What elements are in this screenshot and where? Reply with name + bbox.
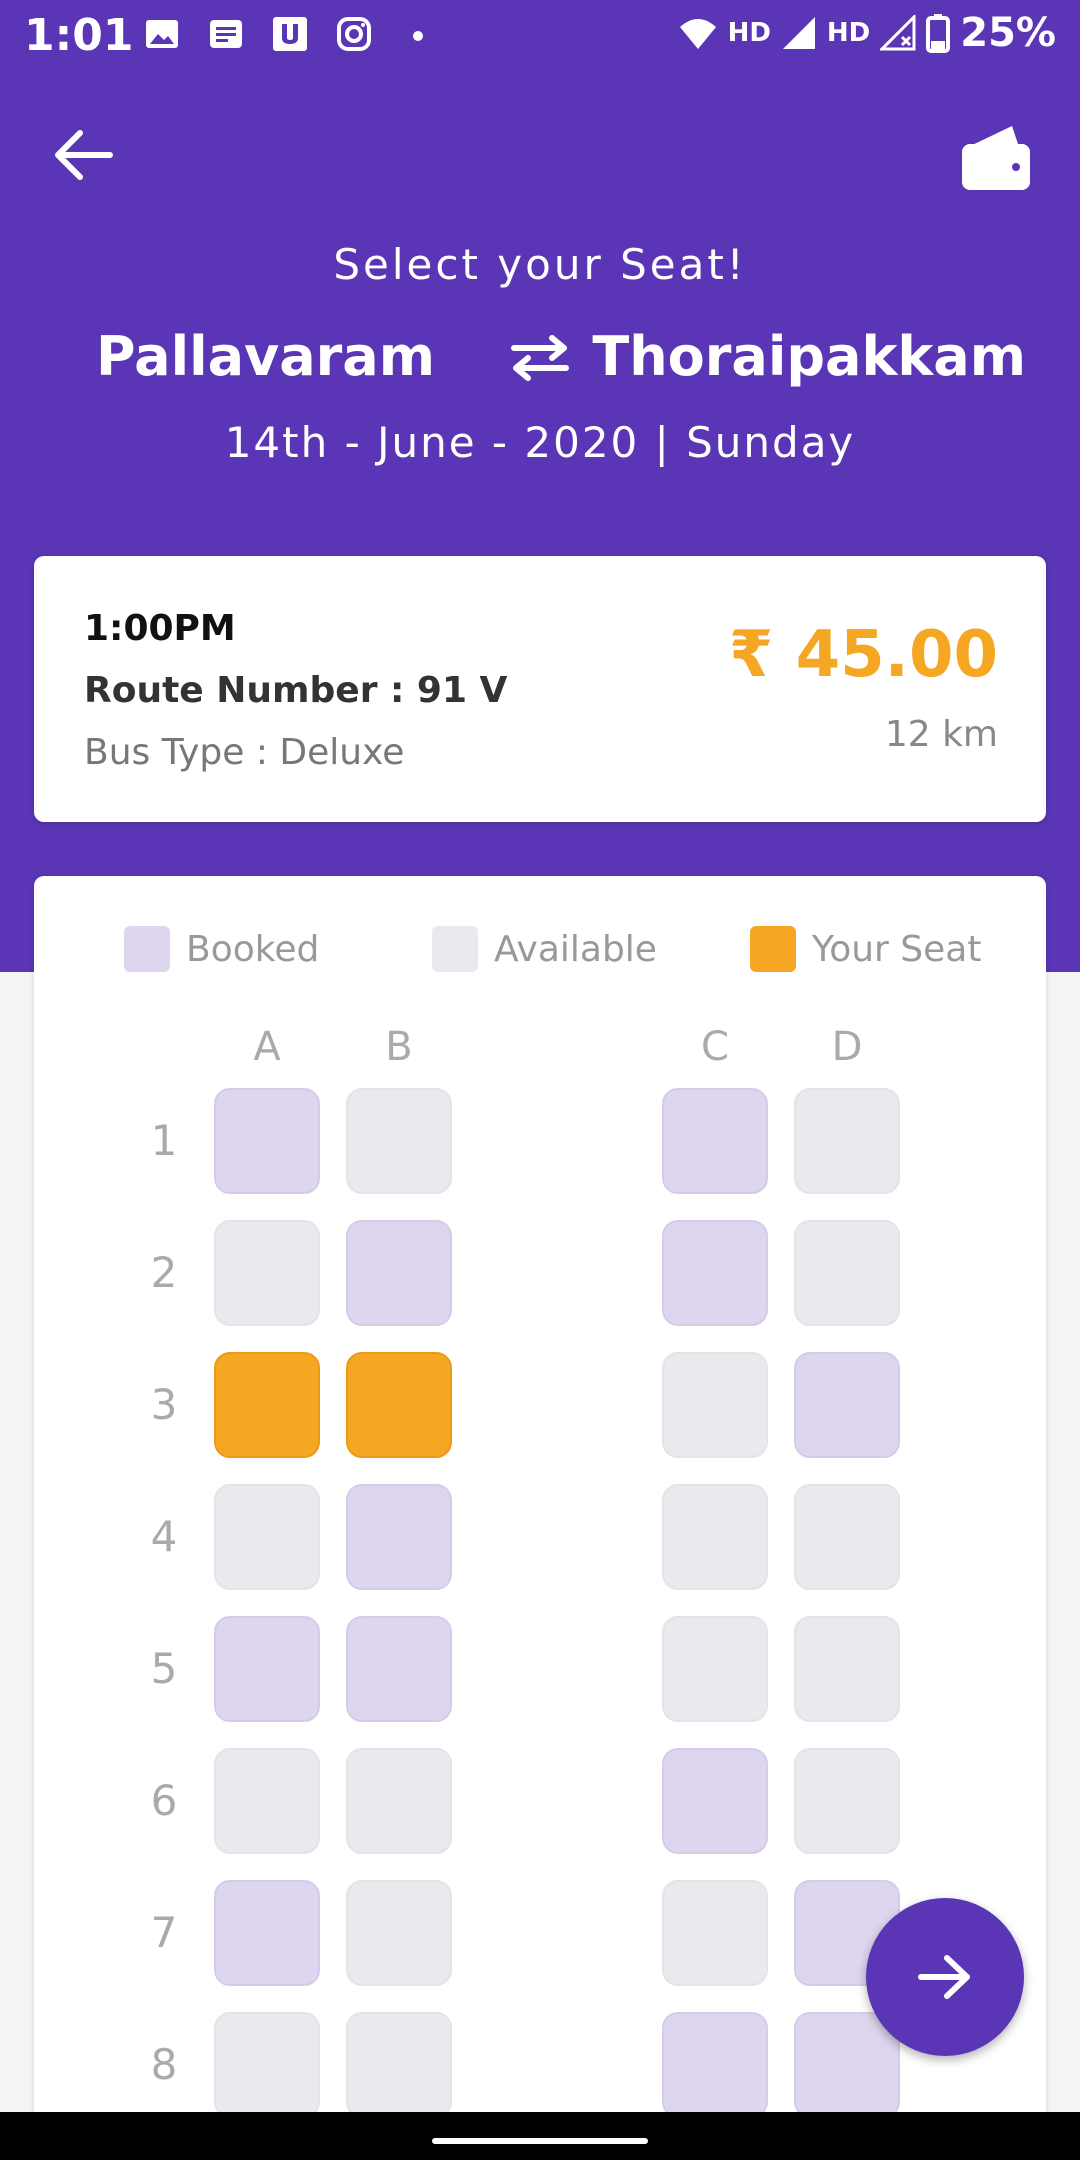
signal-icon xyxy=(782,17,815,49)
seat-2b xyxy=(346,1220,452,1326)
seat-7c[interactable] xyxy=(662,1880,768,1986)
seat-3b[interactable] xyxy=(346,1352,452,1458)
legend-booked-swatch xyxy=(124,926,170,972)
battery-icon xyxy=(926,14,951,53)
trip-distance: 12 km xyxy=(884,714,998,755)
legend-booked: Booked xyxy=(124,926,319,972)
bus-type: Bus Type : Deluxe xyxy=(84,732,405,773)
from-city[interactable]: Pallavaram xyxy=(96,325,435,388)
seat-legend: Booked Available Your Seat xyxy=(34,926,1046,976)
seat-8c xyxy=(662,2012,768,2116)
legend-available: Available xyxy=(432,926,657,972)
arrow-right-icon xyxy=(918,1955,970,1999)
seat-1a xyxy=(214,1088,320,1194)
seat-6d[interactable] xyxy=(794,1748,900,1854)
fare-amount: ₹ 45.00 xyxy=(728,618,998,692)
seat-1b[interactable] xyxy=(346,1088,452,1194)
seat-4a[interactable] xyxy=(214,1484,320,1590)
route-number: Route Number : 91 V xyxy=(84,670,508,711)
swap-button[interactable] xyxy=(508,330,572,384)
seat-8a[interactable] xyxy=(214,2012,320,2116)
row-label-5: 5 xyxy=(150,1644,178,1693)
row-label-6: 6 xyxy=(150,1776,178,1825)
status-right: HD HD 25% xyxy=(678,10,1056,56)
seat-6a[interactable] xyxy=(214,1748,320,1854)
seat-3c[interactable] xyxy=(662,1352,768,1458)
signal-no-service-icon xyxy=(880,15,916,51)
seat-8b[interactable] xyxy=(346,2012,452,2116)
seat-5d[interactable] xyxy=(794,1616,900,1722)
seat-5b xyxy=(346,1616,452,1722)
legend-available-label: Available xyxy=(494,928,657,970)
seat-4c[interactable] xyxy=(662,1484,768,1590)
home-gesture-handle[interactable] xyxy=(432,2138,648,2144)
column-label-d: D xyxy=(831,1024,863,1070)
travel-date: 14th - June - 2020 | Sunday xyxy=(224,418,856,467)
seat-5a xyxy=(214,1616,320,1722)
seat-3a[interactable] xyxy=(214,1352,320,1458)
next-button[interactable] xyxy=(866,1898,1024,2056)
wallet-icon xyxy=(962,126,1030,190)
row-label-8: 8 xyxy=(150,2040,178,2089)
row-label-7: 7 xyxy=(150,1908,178,1957)
gallery-icon xyxy=(146,20,178,48)
seat-4b xyxy=(346,1484,452,1590)
arrow-left-icon xyxy=(55,130,113,180)
row-label-4: 4 xyxy=(150,1512,178,1561)
notification-icons xyxy=(142,14,438,54)
back-button[interactable] xyxy=(50,125,120,185)
status-bar: 1:01 HD HD 25% xyxy=(0,0,1080,72)
page-title: Select your Seat! xyxy=(333,240,747,289)
more-dot-icon xyxy=(413,31,423,41)
seat-2c xyxy=(662,1220,768,1326)
legend-booked-label: Booked xyxy=(186,928,320,970)
row-label-2: 2 xyxy=(150,1248,178,1297)
legend-your-seat-swatch xyxy=(750,926,796,972)
seat-4d[interactable] xyxy=(794,1484,900,1590)
seat-2a[interactable] xyxy=(214,1220,320,1326)
legend-available-swatch xyxy=(432,926,478,972)
header-background xyxy=(0,0,1080,972)
instagram-icon xyxy=(337,17,371,51)
seat-1d[interactable] xyxy=(794,1088,900,1194)
legend-your-seat: Your Seat xyxy=(750,926,981,972)
seat-6b[interactable] xyxy=(346,1748,452,1854)
departure-time: 1:00PM xyxy=(84,608,236,649)
seat-2d[interactable] xyxy=(794,1220,900,1326)
column-label-b: B xyxy=(385,1024,413,1070)
seat-3d xyxy=(794,1352,900,1458)
system-nav-bar xyxy=(0,2112,1080,2160)
u-app-icon xyxy=(273,17,307,51)
news-icon xyxy=(210,20,242,48)
status-time: 1:01 xyxy=(24,10,134,61)
wifi-icon xyxy=(679,19,716,49)
seat-7b[interactable] xyxy=(346,1880,452,1986)
seat-5c[interactable] xyxy=(662,1616,768,1722)
row-label-3: 3 xyxy=(150,1380,178,1429)
column-label-a: A xyxy=(253,1024,281,1070)
seat-1c xyxy=(662,1088,768,1194)
trip-info-card: 1:00PM Route Number : 91 V Bus Type : De… xyxy=(34,556,1046,822)
seat-7a xyxy=(214,1880,320,1986)
network-1-label: HD xyxy=(727,18,771,48)
swap-arrows-icon xyxy=(511,335,569,381)
column-label-c: C xyxy=(701,1024,729,1070)
row-label-1: 1 xyxy=(150,1116,178,1165)
legend-your-seat-label: Your Seat xyxy=(812,928,982,970)
to-city[interactable]: Thoraipakkam xyxy=(592,325,1026,388)
wallet-button[interactable] xyxy=(958,120,1034,196)
network-2-label: HD xyxy=(826,18,871,48)
battery-percentage: 25% xyxy=(960,10,1056,56)
seat-6c xyxy=(662,1748,768,1854)
